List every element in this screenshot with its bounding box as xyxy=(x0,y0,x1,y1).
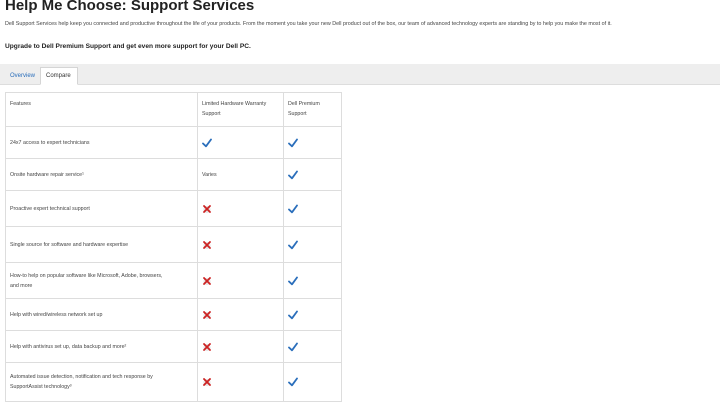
limited-cell xyxy=(198,191,284,226)
header-features-label: Features xyxy=(10,101,31,107)
limited-cell xyxy=(198,263,284,298)
feature-label: Onsite hardware repair service¹ xyxy=(10,171,84,178)
limited-cell xyxy=(198,127,284,158)
premium-cell xyxy=(284,263,341,298)
cross-icon xyxy=(202,377,212,387)
table-row: Automated issue detection, notification … xyxy=(6,363,341,401)
check-icon xyxy=(202,138,212,148)
page-title: Help Me Choose: Support Services xyxy=(5,0,255,14)
tab-bar: Overview Compare xyxy=(0,64,720,85)
feature-cell: Single source for software and hardware … xyxy=(6,227,198,262)
feature-cell: 24x7 access to expert technicians xyxy=(6,127,198,158)
header-premium-line1: Dell Premium xyxy=(288,101,320,107)
feature-label: 24x7 access to expert technicians xyxy=(10,139,90,146)
header-premium: Dell Premium Support xyxy=(284,93,341,126)
limited-cell xyxy=(198,227,284,262)
feature-label: Help with antivirus set up, data backup … xyxy=(10,343,127,350)
limited-cell: Varies xyxy=(198,159,284,190)
feature-cell: Automated issue detection, notification … xyxy=(6,363,198,401)
cross-icon xyxy=(202,240,212,250)
table-row: 24x7 access to expert technicians xyxy=(6,127,341,159)
header-limited: Limited Hardware Warranty Support xyxy=(198,93,284,126)
premium-cell xyxy=(284,191,341,226)
premium-cell xyxy=(284,299,341,330)
cross-icon xyxy=(202,204,212,214)
tab-overview[interactable]: Overview xyxy=(5,68,40,84)
upgrade-heading: Upgrade to Dell Premium Support and get … xyxy=(5,43,251,50)
table-row: Single source for software and hardware … xyxy=(6,227,341,263)
check-icon xyxy=(288,342,298,352)
feature-label: Help with wired/wireless network set up xyxy=(10,311,103,318)
table-row: Onsite hardware repair service¹ Varies xyxy=(6,159,341,191)
check-icon xyxy=(288,204,298,214)
premium-cell xyxy=(284,159,341,190)
feature-cell: Proactive expert technical support xyxy=(6,191,198,226)
header-limited-line2: Support xyxy=(202,111,221,117)
table-header-row: Features Limited Hardware Warranty Suppo… xyxy=(6,93,341,127)
feature-label: Single source for software and hardware … xyxy=(10,241,129,248)
header-premium-line2: Support xyxy=(288,111,307,117)
table-row: Help with antivirus set up, data backup … xyxy=(6,331,341,363)
check-icon xyxy=(288,310,298,320)
premium-cell xyxy=(284,363,341,401)
header-limited-line1: Limited Hardware Warranty xyxy=(202,101,267,107)
check-icon xyxy=(288,170,298,180)
cross-icon xyxy=(202,342,212,352)
feature-label: How-to help on popular software like Mic… xyxy=(10,272,163,279)
table-row: Help with wired/wireless network set up xyxy=(6,299,341,331)
feature-label: Proactive expert technical support xyxy=(10,205,90,212)
table-row: Proactive expert technical support xyxy=(6,191,341,227)
comparison-table: Features Limited Hardware Warranty Suppo… xyxy=(5,92,342,402)
check-icon xyxy=(288,377,298,387)
feature-cell: How-to help on popular software like Mic… xyxy=(6,263,198,298)
limited-cell xyxy=(198,331,284,362)
intro-text: Dell Support Services help keep you conn… xyxy=(5,21,612,27)
premium-cell xyxy=(284,227,341,262)
feature-label-line2: and more xyxy=(10,282,33,289)
feature-cell: Help with wired/wireless network set up xyxy=(6,299,198,330)
check-icon xyxy=(288,276,298,286)
cross-icon xyxy=(202,310,212,320)
limited-cell xyxy=(198,299,284,330)
header-features: Features xyxy=(6,93,198,126)
feature-cell: Onsite hardware repair service¹ xyxy=(6,159,198,190)
feature-label: Automated issue detection, notification … xyxy=(10,374,153,380)
check-icon xyxy=(288,138,298,148)
table-row: How-to help on popular software like Mic… xyxy=(6,263,341,299)
tab-compare[interactable]: Compare xyxy=(40,67,78,85)
limited-cell xyxy=(198,363,284,401)
limited-value: Varies xyxy=(202,171,217,178)
cross-icon xyxy=(202,276,212,286)
premium-cell xyxy=(284,331,341,362)
check-icon xyxy=(288,240,298,250)
premium-cell xyxy=(284,127,341,158)
feature-cell: Help with antivirus set up, data backup … xyxy=(6,331,198,362)
feature-label-line2: SupportAssist technology³ xyxy=(10,384,72,390)
